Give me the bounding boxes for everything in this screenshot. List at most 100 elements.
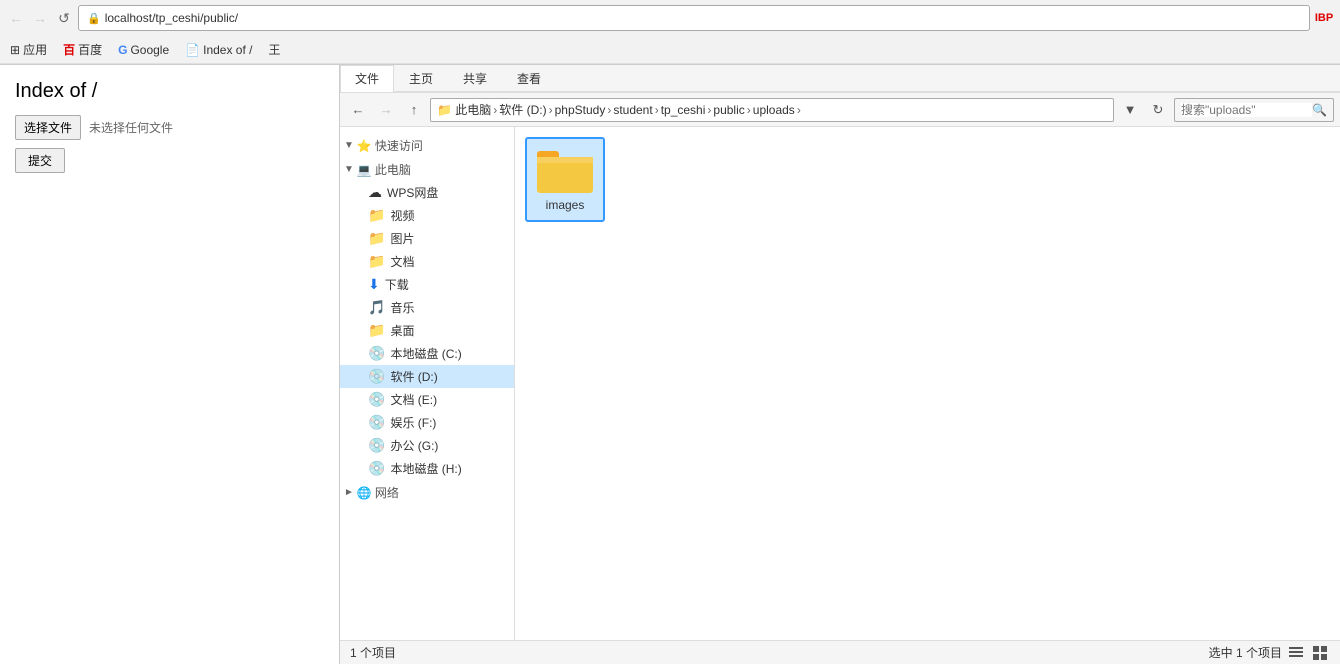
page-title: Index of / [15, 80, 324, 103]
submit-button[interactable]: 提交 [15, 148, 65, 173]
address-bar[interactable]: 🔒 localhost/tp_ceshi/public/ [78, 5, 1310, 31]
bookmark-baidu[interactable]: 百 百度 [59, 39, 106, 60]
breadcrumb-dropdown-button[interactable]: ▼ [1118, 98, 1142, 122]
nav-item-drive-h[interactable]: 💿 本地磁盘 (H:) [340, 457, 514, 480]
view-grid-button[interactable] [1310, 643, 1330, 663]
nav-item-wps-label: WPS网盘 [387, 184, 438, 201]
back-button[interactable]: ← [6, 8, 26, 28]
main-content: Index of / 选择文件 未选择任何文件 提交 文件 主页 共享 查看 ←… [0, 65, 1340, 664]
status-right: 选中 1 个项目 [1209, 643, 1330, 663]
documents-icon: 📁 [368, 253, 385, 270]
lock-icon: 🔒 [87, 12, 101, 25]
explorer-forward-button[interactable]: → [374, 98, 398, 122]
baidu-icon: 百 [63, 41, 75, 58]
expand-icon-pc: ▼ [344, 164, 354, 175]
music-icon: 🎵 [368, 299, 385, 316]
nav-item-videos[interactable]: 📁 视频 [340, 204, 514, 227]
nav-item-downloads[interactable]: ⬇ 下载 [340, 273, 514, 296]
nav-item-pictures[interactable]: 📁 图片 [340, 227, 514, 250]
nav-item-videos-label: 视频 [390, 207, 414, 224]
nav-item-downloads-label: 下载 [385, 276, 409, 293]
nav-item-drive-c[interactable]: 💿 本地磁盘 (C:) [340, 342, 514, 365]
status-bar: 1 个项目 选中 1 个项目 [340, 640, 1340, 664]
bookmark-user[interactable]: 王 [264, 39, 284, 60]
breadcrumb-public[interactable]: public [713, 103, 744, 117]
pictures-icon: 📁 [368, 230, 385, 247]
bookmark-index[interactable]: 📄 Index of / [181, 41, 256, 59]
nav-quick-access-label: 快速访问 [375, 137, 423, 154]
nav-quick-access-icon: ⭐ [357, 139, 372, 153]
address-text: localhost/tp_ceshi/public/ [105, 11, 1301, 25]
view-list-button[interactable] [1286, 643, 1306, 663]
ribbon: 文件 主页 共享 查看 [340, 65, 1340, 93]
breadcrumb-phpstudy[interactable]: phpStudy [555, 103, 606, 117]
extensions-button[interactable]: IBP [1314, 8, 1334, 28]
nav-network-header[interactable]: ► 🌐 网络 [340, 480, 514, 504]
nav-item-wps[interactable]: ☁ WPS网盘 [340, 181, 514, 204]
browser-nav-bar: ← → ↺ 🔒 localhost/tp_ceshi/public/ IBP [0, 0, 1340, 36]
nav-item-drive-h-label: 本地磁盘 (H:) [390, 460, 461, 477]
explorer-back-button[interactable]: ← [346, 98, 370, 122]
nav-this-pc-header[interactable]: ▼ 💻 此电脑 [340, 157, 514, 181]
bookmark-apps[interactable]: ⊞ 应用 [6, 39, 51, 60]
ribbon-tab-view[interactable]: 查看 [502, 65, 556, 91]
search-input[interactable] [1181, 103, 1312, 117]
expand-icon-network: ► [344, 487, 354, 498]
breadcrumb-student[interactable]: student [613, 103, 652, 117]
nav-item-drive-f[interactable]: 💿 娱乐 (F:) [340, 411, 514, 434]
nav-item-drive-c-label: 本地磁盘 (C:) [390, 345, 461, 362]
nav-item-documents[interactable]: 📁 文档 [340, 250, 514, 273]
desktop-icon: 📁 [368, 322, 385, 339]
nav-network-icon: 🌐 [357, 486, 372, 500]
drive-d-icon: 💿 [368, 368, 385, 385]
nav-this-pc-icon: 💻 [357, 163, 372, 177]
ribbon-tab-home[interactable]: 主页 [394, 65, 448, 91]
drive-g-icon: 💿 [368, 437, 385, 454]
drive-h-icon: 💿 [368, 460, 385, 477]
reload-button[interactable]: ↺ [54, 8, 74, 28]
ribbon-tab-file[interactable]: 文件 [340, 65, 394, 92]
nav-item-drive-d[interactable]: 💿 软件 (D:) [340, 365, 514, 388]
expand-icon: ▼ [344, 140, 354, 151]
explorer-up-button[interactable]: ↑ [402, 98, 426, 122]
breadcrumb-tp-ceshi[interactable]: tp_ceshi [661, 103, 706, 117]
folder-item-images[interactable]: images [525, 137, 605, 222]
explorer-body: ▼ ⭐ 快速访问 ▼ 💻 此电脑 ☁ WPS网盘 📁 视频 [340, 127, 1340, 640]
bookmark-google[interactable]: G Google [114, 41, 173, 59]
search-bar: 🔍 [1174, 98, 1334, 122]
breadcrumb-computer[interactable]: 📁 此电脑 [437, 101, 491, 118]
drive-c-icon: 💿 [368, 345, 385, 362]
webpage-panel: Index of / 选择文件 未选择任何文件 提交 [0, 65, 340, 664]
nav-item-pictures-label: 图片 [390, 230, 414, 247]
ribbon-tab-share[interactable]: 共享 [448, 65, 502, 91]
nav-item-music-label: 音乐 [390, 299, 414, 316]
drive-e-icon: 💿 [368, 391, 385, 408]
user-icon: 王 [268, 41, 280, 58]
refresh-button[interactable]: ↻ [1146, 98, 1170, 122]
explorer-address-bar: ← → ↑ 📁 此电脑 › 软件 (D:) › phpStudy › stude… [340, 93, 1340, 127]
status-selected-count: 选中 1 个项目 [1209, 644, 1282, 661]
nav-item-desktop[interactable]: 📁 桌面 [340, 319, 514, 342]
search-icon[interactable]: 🔍 [1312, 103, 1327, 117]
nav-item-music[interactable]: 🎵 音乐 [340, 296, 514, 319]
browser-chrome: ← → ↺ 🔒 localhost/tp_ceshi/public/ IBP ⊞… [0, 0, 1340, 65]
nav-item-documents-label: 文档 [390, 253, 414, 270]
navigation-pane: ▼ ⭐ 快速访问 ▼ 💻 此电脑 ☁ WPS网盘 📁 视频 [340, 127, 515, 640]
file-input-row: 选择文件 未选择任何文件 [15, 115, 324, 140]
breadcrumb-software-d[interactable]: 软件 (D:) [499, 101, 546, 118]
ribbon-tabs: 文件 主页 共享 查看 [340, 65, 1340, 92]
nav-item-drive-f-label: 娱乐 (F:) [390, 414, 436, 431]
drive-f-icon: 💿 [368, 414, 385, 431]
folder-grid: images [525, 137, 1330, 222]
status-item-count: 1 个项目 [350, 644, 396, 661]
nav-network-label: 网络 [375, 484, 399, 501]
nav-item-drive-g[interactable]: 💿 办公 (G:) [340, 434, 514, 457]
file-choose-button[interactable]: 选择文件 [15, 115, 81, 140]
nav-item-drive-d-label: 软件 (D:) [390, 368, 437, 385]
forward-button[interactable]: → [30, 8, 50, 28]
nav-quick-access-header[interactable]: ▼ ⭐ 快速访问 [340, 133, 514, 157]
wps-icon: ☁ [368, 184, 382, 201]
folder-svg [537, 147, 593, 195]
nav-item-drive-e[interactable]: 💿 文档 (E:) [340, 388, 514, 411]
breadcrumb-uploads[interactable]: uploads [753, 103, 795, 117]
